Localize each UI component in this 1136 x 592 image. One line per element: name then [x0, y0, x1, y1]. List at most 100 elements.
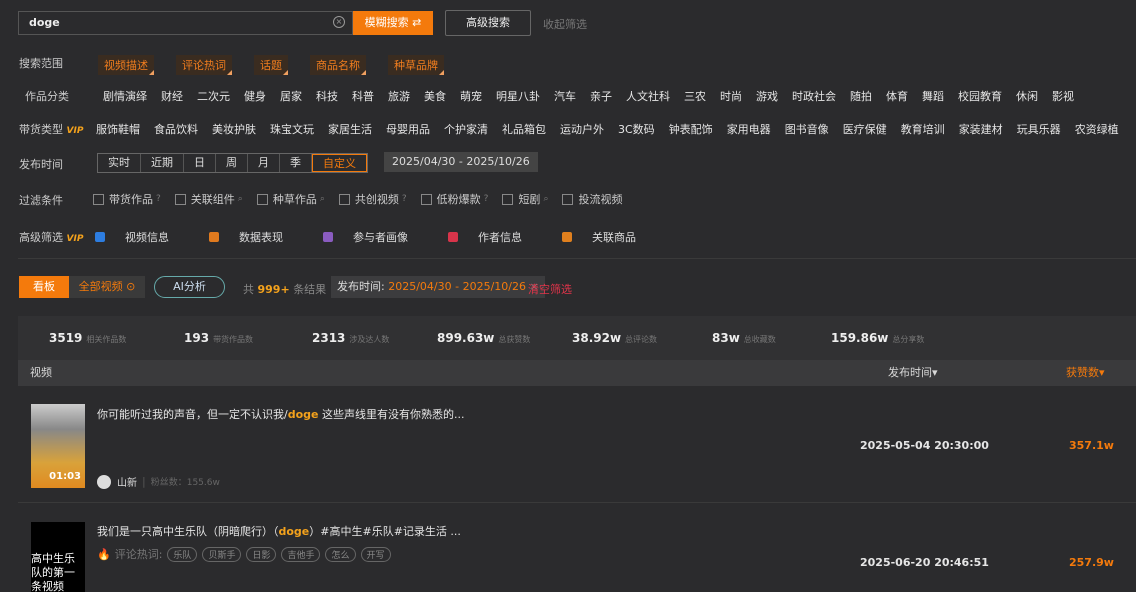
goods-type-item[interactable]: 母婴用品: [386, 121, 430, 137]
filter-checkbox[interactable]: 共创视频?: [338, 191, 407, 207]
help-icon[interactable]: ?: [484, 194, 489, 204]
category-item[interactable]: 剧情演绎: [103, 88, 147, 104]
filter-checkbox[interactable]: 种草作品 ⌕: [256, 191, 325, 207]
checkbox[interactable]: [502, 193, 514, 205]
goods-type-item[interactable]: 礼品箱包: [502, 121, 546, 137]
goods-type-item[interactable]: 玩具乐器: [1017, 121, 1061, 137]
hot-word-tag[interactable]: 怎么: [325, 546, 356, 562]
hot-word-tag[interactable]: 乐队: [167, 546, 198, 562]
time-option[interactable]: 月: [248, 154, 280, 172]
goods-type-item[interactable]: 美妆护肤: [212, 121, 256, 137]
category-item[interactable]: 财经: [161, 88, 183, 104]
category-item[interactable]: 人文社科: [626, 88, 670, 104]
board-button[interactable]: 看板: [19, 276, 69, 298]
category-item[interactable]: 萌宠: [460, 88, 482, 104]
category-item[interactable]: 影视: [1052, 88, 1074, 104]
category-item[interactable]: 休闲: [1016, 88, 1038, 104]
category-item[interactable]: 居家: [280, 88, 302, 104]
category-item[interactable]: 旅游: [388, 88, 410, 104]
category-item[interactable]: 健身: [244, 88, 266, 104]
scope-tag[interactable]: 评论热词: [176, 55, 232, 75]
category-item[interactable]: 体育: [886, 88, 908, 104]
goods-type-item[interactable]: 家居生活: [328, 121, 372, 137]
checkbox[interactable]: [256, 193, 268, 205]
all-videos-dropdown[interactable]: 全部视频 ⊙: [69, 276, 145, 298]
time-option[interactable]: 自定义: [312, 154, 367, 172]
scope-tag[interactable]: 种草品牌: [388, 55, 444, 75]
ai-analysis-button[interactable]: AI分析: [154, 276, 225, 298]
active-filter-chip[interactable]: 发布时间: 2025/04/30 - 2025/10/26 ×: [331, 276, 545, 298]
scope-tag[interactable]: 商品名称: [310, 55, 366, 75]
filter-checkbox[interactable]: 带货作品?: [93, 191, 161, 207]
clear-filters-link[interactable]: 清空筛选: [528, 281, 572, 297]
category-item[interactable]: 游戏: [756, 88, 778, 104]
goods-type-item[interactable]: 医疗保健: [843, 121, 887, 137]
category-item[interactable]: 时政社会: [792, 88, 836, 104]
help-icon[interactable]: ⌕: [238, 194, 243, 204]
checkbox[interactable]: [93, 193, 104, 205]
checkbox[interactable]: [562, 193, 574, 205]
checkbox[interactable]: [420, 193, 432, 205]
time-option[interactable]: 周: [216, 154, 248, 172]
time-option[interactable]: 日: [184, 154, 216, 172]
goods-type-item[interactable]: 个护家清: [444, 121, 488, 137]
video-thumbnail[interactable]: 01:03: [31, 404, 85, 488]
category-item[interactable]: 随拍: [850, 88, 872, 104]
avatar[interactable]: [97, 474, 111, 489]
advanced-filter-0[interactable]: 视频信息: [95, 229, 189, 245]
filter-checkbox[interactable]: 短剧 ⌕: [502, 191, 548, 207]
goods-type-item[interactable]: 教育培训: [901, 121, 945, 137]
help-icon[interactable]: ⌕: [543, 194, 548, 204]
category-item[interactable]: 科技: [316, 88, 338, 104]
video-title[interactable]: 我们是一只高中生乐队（阴暗爬行）（doge）#高中生#乐队#记录生活 ...: [97, 523, 461, 539]
goods-type-item[interactable]: 家装建材: [959, 121, 1003, 137]
time-option[interactable]: 季: [280, 154, 312, 172]
category-item[interactable]: 美食: [424, 88, 446, 104]
date-range-picker[interactable]: 2025/04/30 - 2025/10/26: [384, 152, 538, 172]
author-name[interactable]: 山新: [117, 474, 137, 489]
time-option[interactable]: 实时: [98, 154, 141, 172]
goods-type-item[interactable]: 家用电器: [727, 121, 771, 137]
col-time[interactable]: 发布时间▾: [888, 360, 938, 386]
goods-type-item[interactable]: 3C数码: [618, 121, 655, 137]
filter-checkbox[interactable]: 投流视频: [562, 191, 622, 207]
advanced-filter-1[interactable]: 数据表现: [209, 229, 303, 245]
category-item[interactable]: 科普: [352, 88, 374, 104]
goods-type-item[interactable]: 图书音像: [785, 121, 829, 137]
help-icon[interactable]: ?: [156, 194, 161, 204]
category-item[interactable]: 舞蹈: [922, 88, 944, 104]
clear-icon[interactable]: ×: [333, 16, 345, 28]
collapse-filter-link[interactable]: 收起筛选: [543, 16, 587, 32]
hot-word-tag[interactable]: 吉他手: [281, 546, 321, 562]
hot-word-tag[interactable]: 贝斯手: [202, 546, 242, 562]
help-icon[interactable]: ?: [402, 194, 407, 204]
advanced-filter-3[interactable]: 作者信息: [448, 229, 542, 245]
filter-checkbox[interactable]: 低粉爆款?: [420, 191, 489, 207]
category-item[interactable]: 亲子: [590, 88, 612, 104]
filter-checkbox[interactable]: 关联组件 ⌕: [174, 191, 243, 207]
goods-type-item[interactable]: 食品饮料: [154, 121, 198, 137]
goods-type-item[interactable]: 珠宝文玩: [270, 121, 314, 137]
advanced-filter-2[interactable]: 参与者画像: [323, 229, 428, 245]
category-item[interactable]: 三农: [684, 88, 706, 104]
scope-tag[interactable]: 话题: [254, 55, 288, 75]
search-input[interactable]: doge: [18, 11, 353, 35]
advanced-filter-4[interactable]: 关联商品: [562, 229, 656, 245]
category-item[interactable]: 校园教育: [958, 88, 1002, 104]
goods-type-item[interactable]: 服饰鞋帽: [96, 121, 140, 137]
video-title[interactable]: 你可能听过我的声音，但一定不认识我/doge 这些声线里有没有你熟悉的...: [97, 406, 464, 422]
goods-type-item[interactable]: 钟表配饰: [669, 121, 713, 137]
time-option[interactable]: 近期: [141, 154, 184, 172]
category-item[interactable]: 时尚: [720, 88, 742, 104]
category-item[interactable]: 明星八卦: [496, 88, 540, 104]
advanced-search-button[interactable]: 高级搜索: [445, 10, 531, 36]
checkbox[interactable]: [174, 193, 186, 205]
hot-word-tag[interactable]: 日影: [246, 546, 277, 562]
category-item[interactable]: 二次元: [197, 88, 230, 104]
goods-type-item[interactable]: 运动户外: [560, 121, 604, 137]
scope-tag[interactable]: 视频描述: [98, 55, 154, 75]
col-likes[interactable]: 获赞数▾: [1066, 360, 1105, 386]
category-item[interactable]: 汽车: [554, 88, 576, 104]
help-icon[interactable]: ⌕: [320, 194, 325, 204]
hot-word-tag[interactable]: 开写: [360, 546, 391, 562]
